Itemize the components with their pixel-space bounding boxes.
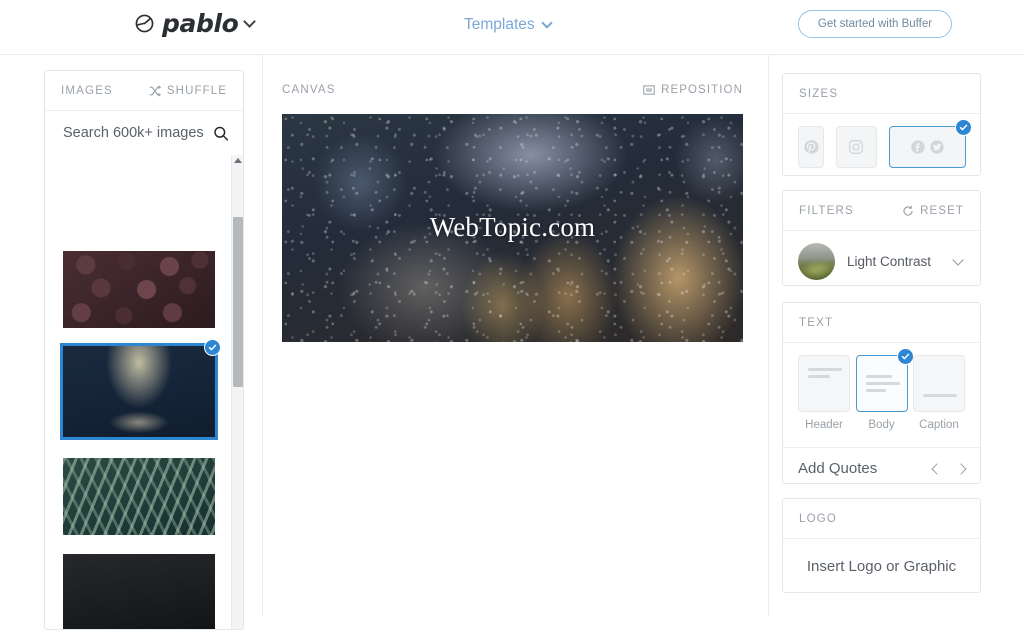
filter-selector[interactable]: Light Contrast: [783, 231, 980, 280]
sizes-title: SIZES: [799, 87, 839, 100]
text-option-label: Header: [805, 419, 843, 431]
pablo-circle-icon: [135, 14, 154, 33]
header-style-preview: [798, 355, 850, 412]
insert-logo-label: Insert Logo or Graphic: [806, 557, 957, 575]
app-logo-text: pablo: [162, 9, 239, 38]
cta-label: Get started with Buffer: [817, 18, 933, 30]
filters-card: FILTERS RESET Light Contrast: [782, 190, 981, 286]
add-quotes-row: Add Quotes: [783, 447, 980, 489]
logo-header: LOGO: [783, 499, 980, 539]
text-option-header[interactable]: Header: [798, 355, 850, 431]
reset-label: RESET: [920, 204, 964, 217]
scroll-up-arrow-icon[interactable]: [234, 158, 242, 163]
text-option-label: Caption: [919, 419, 959, 431]
templates-label: Templates: [464, 16, 535, 33]
filter-preview-thumbnail: [798, 243, 835, 280]
preview-line: [808, 375, 830, 378]
get-started-with-buffer-button[interactable]: Get started with Buffer: [798, 10, 952, 38]
list-item[interactable]: [63, 554, 215, 629]
text-option-body[interactable]: Body: [855, 348, 914, 431]
text-header: TEXT: [783, 303, 980, 343]
preview-line: [923, 394, 957, 397]
canvas-panel: CANVAS REPOSITION WebTopic.com: [282, 78, 743, 342]
canvas-overlay-text[interactable]: WebTopic.com: [282, 212, 743, 243]
logo-title: LOGO: [799, 512, 838, 525]
shuffle-icon: [149, 84, 161, 97]
image-frame-icon: [643, 85, 655, 95]
logo-card: LOGO Insert Logo or Graphic: [782, 498, 981, 593]
image-thumbnail-list[interactable]: [45, 155, 243, 629]
canvas-image[interactable]: WebTopic.com: [282, 114, 743, 342]
selected-check-icon: [896, 348, 914, 365]
chevron-down-icon[interactable]: [952, 253, 964, 266]
reset-filters-button[interactable]: RESET: [902, 205, 964, 217]
list-item[interactable]: [63, 458, 215, 535]
canvas-header: CANVAS REPOSITION: [282, 78, 743, 102]
chevron-down-icon: [540, 17, 553, 29]
preview-line: [865, 389, 886, 392]
chevron-left-icon[interactable]: [931, 462, 943, 475]
reposition-button[interactable]: REPOSITION: [643, 84, 743, 96]
filters-title: FILTERS: [799, 204, 854, 217]
insert-logo-button[interactable]: Insert Logo or Graphic: [783, 539, 980, 593]
reposition-label: REPOSITION: [661, 84, 743, 96]
add-quotes-button[interactable]: Add Quotes: [798, 460, 877, 477]
sizes-header: SIZES: [783, 74, 980, 114]
preview-line: [865, 382, 900, 385]
list-item[interactable]: [63, 155, 215, 232]
images-panel: IMAGES SHUFFLE: [44, 70, 244, 630]
shuffle-button[interactable]: SHUFFLE: [149, 85, 227, 97]
reset-circle-icon: [903, 205, 913, 216]
list-item[interactable]: [63, 251, 215, 328]
selected-check-icon: [204, 339, 221, 356]
thumbnail-scrollbar[interactable]: [231, 155, 243, 629]
image-search-row: [45, 111, 243, 155]
text-card: TEXT Header Body Caption Add Quotes: [782, 302, 981, 484]
text-title: TEXT: [799, 316, 834, 329]
text-option-caption[interactable]: Caption: [913, 355, 965, 431]
size-option-facebook-twitter[interactable]: [888, 119, 972, 168]
search-input[interactable]: [63, 125, 213, 141]
right-column-divider: [768, 55, 769, 617]
pinterest-icon: [804, 140, 819, 154]
text-option-label: Body: [868, 419, 895, 431]
text-style-options: Header Body Caption: [783, 343, 980, 431]
selected-check-icon: [954, 119, 972, 136]
images-panel-header: IMAGES SHUFFLE: [45, 71, 243, 111]
quotes-navigation: [931, 462, 967, 475]
app-header: pablo Templates Get started with Buffer: [0, 0, 1024, 55]
preview-line: [865, 375, 892, 378]
twitter-icon: [930, 140, 944, 154]
scrollbar-thumb[interactable]: [233, 217, 243, 387]
canvas-title: CANVAS: [282, 84, 336, 96]
list-item[interactable]: [60, 339, 221, 440]
filters-header: FILTERS RESET: [783, 191, 980, 231]
caption-style-preview: [913, 355, 965, 412]
left-column-divider: [262, 55, 263, 617]
size-option-instagram[interactable]: [836, 126, 877, 168]
search-icon[interactable]: [213, 125, 229, 142]
size-options-row: [783, 114, 980, 168]
images-panel-title: IMAGES: [61, 84, 113, 97]
shuffle-label: SHUFFLE: [166, 84, 227, 97]
chevron-down-icon: [243, 14, 257, 28]
chevron-right-icon[interactable]: [955, 462, 967, 475]
size-option-pinterest[interactable]: [798, 126, 825, 168]
instagram-icon: [849, 140, 864, 154]
templates-menu[interactable]: Templates: [464, 16, 553, 34]
filter-name-label: Light Contrast: [847, 254, 932, 269]
body-style-preview: [855, 348, 914, 412]
preview-line: [808, 368, 842, 371]
app-logo[interactable]: pablo: [134, 9, 257, 38]
sizes-card: SIZES: [782, 73, 981, 176]
facebook-icon: [911, 140, 925, 154]
